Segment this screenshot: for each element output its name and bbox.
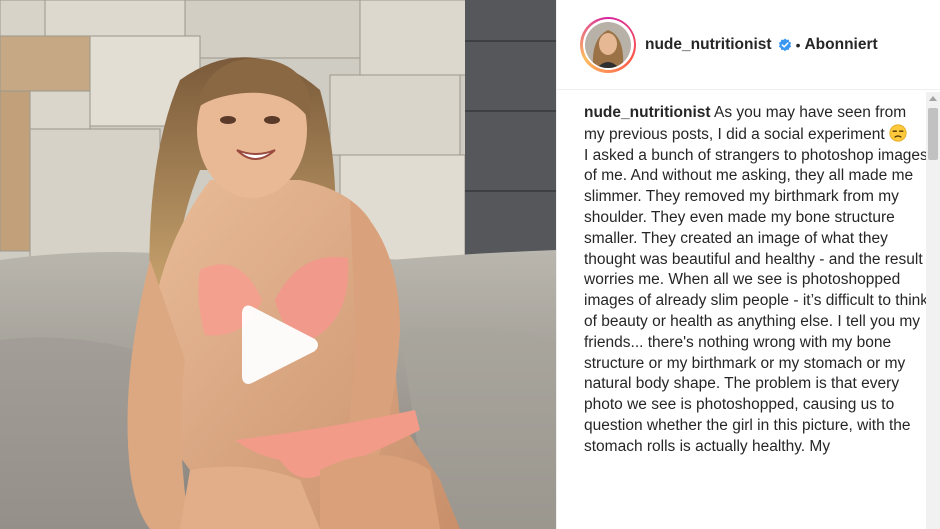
- header-separator: •: [795, 36, 801, 53]
- scrollbar-thumb[interactable]: [928, 108, 938, 160]
- caption-username[interactable]: nude_nutritionist: [584, 104, 711, 121]
- post-sidebar: nude_nutritionist • Abonniert nude_nutri…: [556, 0, 940, 529]
- caption-body-text: I asked a bunch of strangers to photosho…: [584, 146, 929, 455]
- avatar-image: [585, 21, 631, 68]
- play-icon: [242, 305, 318, 384]
- unamused-face-icon: [889, 124, 907, 142]
- follow-status-button[interactable]: Abonniert: [804, 36, 877, 54]
- video-frame-image: [0, 0, 556, 529]
- play-button[interactable]: [236, 300, 322, 390]
- post-media-video[interactable]: [0, 0, 556, 529]
- post-caption: nude_nutritionist As you may have seen f…: [584, 103, 929, 458]
- verified-badge-icon: [778, 38, 791, 51]
- post-author-username[interactable]: nude_nutritionist: [645, 36, 772, 54]
- post-header: nude_nutritionist • Abonniert: [557, 0, 940, 90]
- caption-scrollbar[interactable]: [926, 92, 940, 529]
- scroll-up-icon[interactable]: [929, 96, 937, 101]
- avatar[interactable]: [580, 16, 636, 73]
